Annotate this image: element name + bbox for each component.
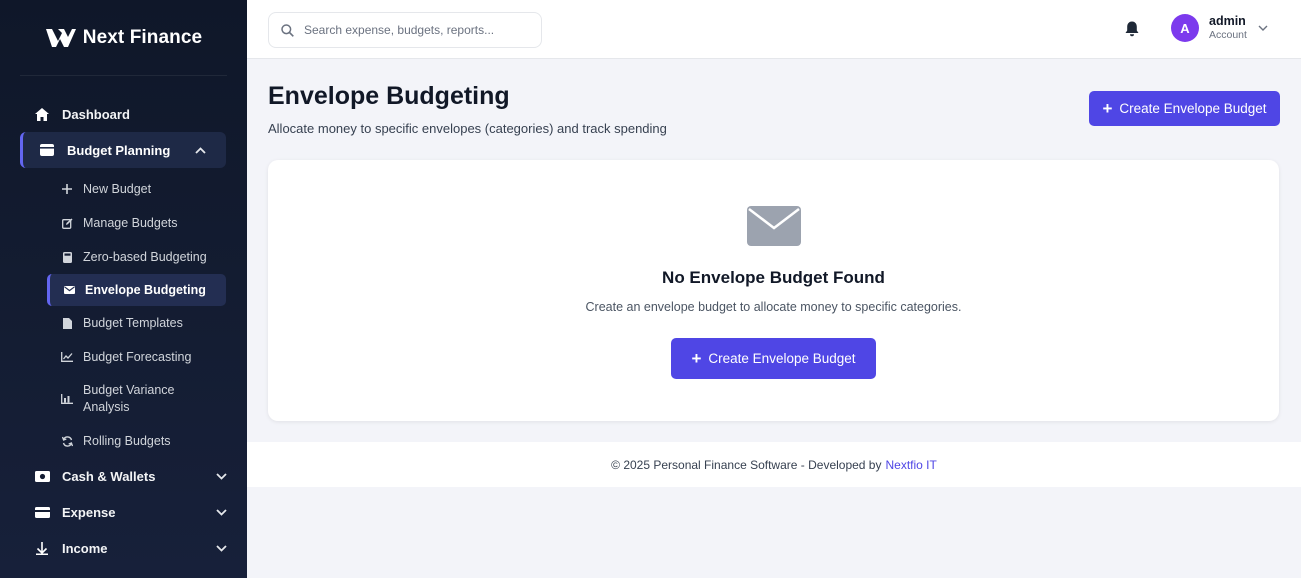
calculator-icon: [61, 251, 73, 263]
avatar: A: [1171, 14, 1199, 42]
sidebar-item-budget-planning[interactable]: Budget Planning: [20, 132, 226, 168]
sidebar-item-income[interactable]: Income: [0, 530, 247, 566]
sidebar-subitem-budget-forecasting[interactable]: Budget Forecasting: [0, 340, 247, 374]
main-content: Envelope Budgeting Allocate money to spe…: [247, 59, 1301, 578]
budget-submenu: New Budget Manage Budgets Zero-based Bud…: [0, 168, 247, 458]
brand-logo-icon: [45, 28, 76, 47]
bell-icon[interactable]: [1123, 20, 1141, 38]
footer-link[interactable]: Nextfio IT: [885, 458, 936, 472]
sidebar-item-dashboard[interactable]: Dashboard: [0, 96, 247, 132]
credit-card-icon: [34, 504, 50, 520]
topbar: A admin Account: [247, 0, 1301, 59]
page-subtitle: Allocate money to specific envelopes (ca…: [268, 121, 667, 136]
chevron-up-icon: [194, 144, 206, 156]
wallet-icon: [39, 142, 55, 158]
search-box[interactable]: [268, 12, 542, 48]
create-envelope-budget-button[interactable]: + Create Envelope Budget: [1089, 91, 1280, 126]
sidebar-item-label: Expense: [62, 504, 116, 520]
sidebar-item-label: Income: [62, 540, 108, 556]
envelope-icon: [63, 284, 75, 296]
sidebar-subitem-label: Manage Budgets: [83, 216, 178, 230]
user-menu[interactable]: A admin Account: [1171, 14, 1269, 42]
sync-icon: [61, 435, 73, 447]
chevron-down-icon: [215, 542, 227, 554]
sidebar: Next Finance Dashboard Budget Planning N…: [0, 0, 247, 578]
sidebar-subitem-new-budget[interactable]: New Budget: [0, 172, 247, 206]
user-name: admin: [1209, 14, 1246, 28]
sidebar-subitem-label: Envelope Budgeting: [85, 283, 206, 297]
plus-icon: +: [691, 349, 702, 368]
envelope-icon: [747, 206, 801, 246]
button-label: Create Envelope Budget: [1119, 101, 1267, 116]
button-label: Create Envelope Budget: [708, 351, 856, 366]
empty-state-subtitle: Create an envelope budget to allocate mo…: [585, 300, 962, 314]
sidebar-subitem-label: Budget Variance Analysis: [83, 383, 175, 414]
sidebar-item-expense[interactable]: Expense: [0, 494, 247, 530]
sidebar-subitem-label: Zero-based Budgeting: [83, 250, 207, 264]
sidebar-subitem-budget-templates[interactable]: Budget Templates: [0, 306, 247, 340]
create-envelope-budget-empty-button[interactable]: + Create Envelope Budget: [671, 338, 876, 379]
sidebar-subitem-rolling-budgets[interactable]: Rolling Budgets: [0, 424, 247, 458]
sidebar-subitem-zero-based[interactable]: Zero-based Budgeting: [0, 240, 247, 274]
sidebar-subitem-envelope-budgeting[interactable]: Envelope Budgeting: [47, 274, 226, 306]
sidebar-nav: Dashboard Budget Planning New Budget Man…: [0, 76, 247, 566]
sidebar-subitem-variance-analysis[interactable]: Budget Variance Analysis: [0, 374, 247, 424]
home-icon: [34, 106, 50, 122]
sidebar-item-label: Budget Planning: [67, 142, 171, 158]
sidebar-item-label: Dashboard: [62, 106, 130, 122]
plus-icon: [61, 183, 73, 195]
sidebar-subitem-label: Budget Templates: [83, 316, 183, 330]
empty-state-card: No Envelope Budget Found Create an envel…: [268, 160, 1279, 421]
sidebar-subitem-label: Rolling Budgets: [83, 434, 171, 448]
plus-icon: +: [1102, 99, 1113, 118]
user-info: admin Account: [1209, 14, 1247, 42]
arrow-down-icon: [34, 540, 50, 556]
edit-icon: [61, 217, 73, 229]
empty-state-title: No Envelope Budget Found: [662, 268, 885, 287]
file-icon: [61, 317, 73, 329]
sidebar-subitem-label: Budget Forecasting: [83, 350, 192, 364]
footer: © 2025 Personal Finance Software - Devel…: [247, 442, 1301, 487]
sidebar-item-cash-wallets[interactable]: Cash & Wallets: [0, 458, 247, 494]
sidebar-subitem-manage-budgets[interactable]: Manage Budgets: [0, 206, 247, 240]
chevron-down-icon: [215, 506, 227, 518]
chevron-down-icon: [215, 470, 227, 482]
sidebar-subitem-label: New Budget: [83, 182, 152, 196]
search-icon: [281, 23, 294, 37]
line-chart-icon: [61, 351, 73, 363]
brand[interactable]: Next Finance: [20, 0, 227, 76]
bar-chart-icon: [61, 393, 73, 405]
search-input[interactable]: [304, 23, 524, 37]
money-icon: [34, 468, 50, 484]
page-title: Envelope Budgeting: [268, 82, 510, 110]
brand-name: Next Finance: [82, 26, 203, 48]
chevron-down-icon: [1258, 25, 1268, 31]
footer-text: © 2025 Personal Finance Software - Devel…: [611, 457, 882, 472]
sidebar-item-label: Cash & Wallets: [62, 468, 156, 484]
user-role: Account: [1209, 29, 1247, 41]
